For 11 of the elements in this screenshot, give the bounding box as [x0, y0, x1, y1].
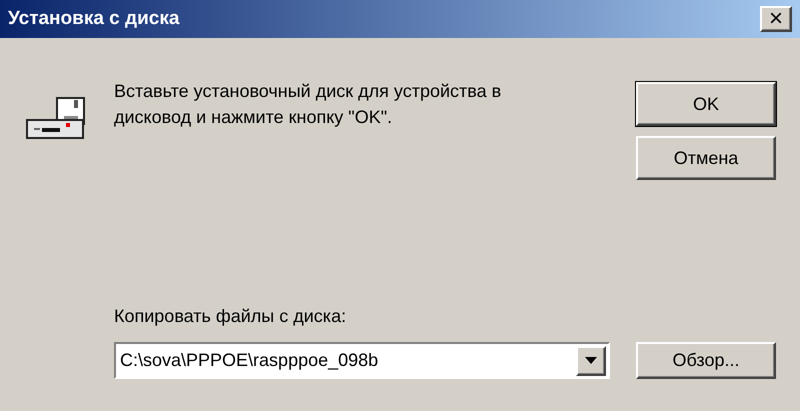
- path-value: C:\sova\PPPOE\raspppoe_098b: [120, 349, 380, 372]
- dialog-button[interactable]: OK: [636, 82, 776, 126]
- browse-button[interactable]: Обзор...: [636, 342, 776, 379]
- dropdown-button[interactable]: [576, 346, 606, 376]
- dropdown-arrow-icon: [585, 357, 597, 364]
- path-combo-box[interactable]: C:\sova\PPPOE\raspppoe_098b: [114, 342, 610, 379]
- dialog-button[interactable]: Отмена: [636, 136, 776, 180]
- window-title: Установка с диска: [8, 6, 180, 31]
- close-button[interactable]: ×: [760, 6, 792, 32]
- instruction-text: Вставьте установочный диск для устройства в дисковод и нажмите кнопку "OK".: [114, 80, 502, 129]
- copy-from-label: Копировать файлы с диска:: [114, 305, 348, 328]
